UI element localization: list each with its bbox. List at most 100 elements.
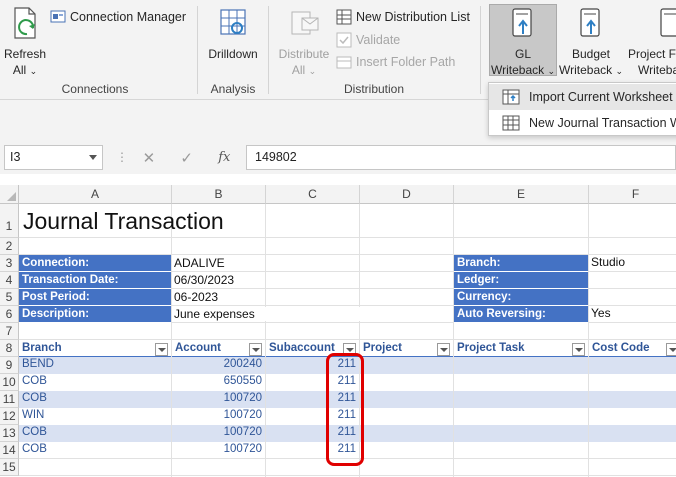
cell-subaccount[interactable]: 211: [266, 443, 356, 455]
cell-subaccount[interactable]: 211: [266, 358, 356, 370]
row-header[interactable]: 10: [0, 374, 19, 391]
cell-account[interactable]: 650550: [172, 375, 262, 387]
select-all-icon: [7, 192, 16, 201]
budget-writeback-button[interactable]: Budget Writeback ⌄: [557, 6, 625, 79]
cell-branch[interactable]: COB: [22, 443, 47, 455]
folder-icon: [336, 54, 352, 70]
formula-bar-grip-icon: ⋮: [116, 150, 128, 164]
column-header-b[interactable]: B: [172, 185, 266, 204]
cell-subaccount[interactable]: 211: [266, 426, 356, 438]
column-header-a[interactable]: A: [19, 185, 172, 204]
filter-dropdown-icon[interactable]: [437, 343, 450, 356]
header-label-currency: Currency:: [454, 289, 588, 306]
row-header[interactable]: 2: [0, 238, 19, 255]
gl-writeback-button[interactable]: GL Writeback ⌄: [489, 6, 557, 79]
chevron-down-icon[interactable]: [89, 155, 97, 160]
project-forecast-writeback-button[interactable]: Project Fo Writeba: [625, 6, 676, 78]
filter-dropdown-icon[interactable]: [155, 343, 168, 356]
header-value-auto-reversing[interactable]: Yes: [591, 306, 611, 320]
column-header-e[interactable]: E: [454, 185, 589, 204]
refresh-all-button[interactable]: Refresh All ⌄: [3, 6, 47, 79]
filter-dropdown-icon[interactable]: [343, 343, 356, 356]
new-distribution-list-button[interactable]: New Distribution List: [336, 8, 470, 26]
filter-dropdown-icon[interactable]: [572, 343, 585, 356]
project-sub-label: Writeba: [638, 63, 676, 77]
menu-item-label: Import Current Worksheet: [529, 90, 673, 104]
cell-account[interactable]: 100720: [172, 443, 262, 455]
header-label-ledger: Ledger:: [454, 272, 588, 289]
row-header[interactable]: 14: [0, 442, 19, 459]
row-header[interactable]: 11: [0, 391, 19, 408]
cell-account[interactable]: 100720: [172, 392, 262, 404]
cell-account[interactable]: 100720: [172, 409, 262, 421]
formula-input[interactable]: 149802: [246, 145, 676, 170]
cell-branch[interactable]: COB: [22, 426, 47, 438]
cell-subaccount[interactable]: 211: [266, 375, 356, 387]
column-header-d[interactable]: D: [360, 185, 454, 204]
header-label-post-period: Post Period:: [19, 289, 171, 306]
insert-function-icon[interactable]: fx: [218, 150, 230, 165]
drilldown-label: Drilldown: [208, 47, 258, 61]
row-header[interactable]: 15: [0, 459, 19, 476]
connection-manager-icon: [50, 9, 66, 25]
gridline: [19, 475, 676, 476]
table-header-project-task: Project Task: [454, 340, 588, 357]
cell-branch[interactable]: COB: [22, 392, 47, 404]
cell-account[interactable]: 200240: [172, 358, 262, 370]
table-header-label: Project Task: [457, 342, 525, 354]
cell-branch[interactable]: WIN: [22, 409, 44, 421]
row-header[interactable]: 4: [0, 272, 19, 289]
table-header-project: Project: [360, 340, 453, 357]
chevron-down-icon: ⌄: [308, 66, 317, 76]
header-label-description: Description:: [19, 306, 171, 323]
header-label-connection: Connection:: [19, 255, 171, 272]
row-header[interactable]: 6: [0, 306, 19, 323]
menu-item-new-journal-transaction[interactable]: New Journal Transaction Wo: [489, 110, 676, 136]
filter-dropdown-icon[interactable]: [666, 343, 676, 356]
header-value-description[interactable]: June expenses: [174, 307, 384, 321]
row-header[interactable]: 5: [0, 289, 19, 306]
distribute-all-button[interactable]: Distribute All ⌄: [275, 6, 333, 79]
formula-buttons: ✕ ✓ fx: [130, 145, 243, 170]
validate-button[interactable]: Validate: [336, 31, 400, 49]
cell-area[interactable]: Journal Transaction Connection: Transact…: [19, 204, 676, 477]
filter-dropdown-icon[interactable]: [249, 343, 262, 356]
row-header[interactable]: 12: [0, 408, 19, 425]
menu-item-label: New Journal Transaction Wo: [529, 116, 676, 130]
header-value-post-period[interactable]: 06-2023: [174, 290, 218, 304]
cell-account[interactable]: 100720: [172, 426, 262, 438]
header-value-connection[interactable]: ADALIVE: [174, 256, 225, 270]
row-header[interactable]: 13: [0, 425, 19, 442]
gridline: [19, 458, 676, 459]
refresh-icon: [14, 7, 36, 39]
row-header[interactable]: 7: [0, 323, 19, 340]
name-box[interactable]: I3: [4, 145, 103, 170]
check-icon[interactable]: ✓: [180, 149, 193, 167]
analysis-group-label: Analysis: [210, 82, 256, 96]
cell-branch[interactable]: COB: [22, 375, 47, 387]
distribute-sub-label: All ⌄: [291, 63, 317, 77]
column-header-f[interactable]: F: [589, 185, 676, 204]
validate-label: Validate: [356, 33, 401, 47]
select-all-corner[interactable]: [0, 185, 19, 204]
header-value-transaction-date[interactable]: 06/30/2023: [174, 273, 234, 287]
table-header-label: Project: [363, 342, 402, 354]
cell-subaccount[interactable]: 211: [266, 409, 356, 421]
connection-manager-button[interactable]: Connection Manager: [50, 8, 186, 26]
insert-folder-path-button[interactable]: Insert Folder Path: [336, 53, 455, 71]
budget-label: Budget: [571, 47, 611, 61]
cancel-icon[interactable]: ✕: [143, 149, 156, 167]
row-header[interactable]: 8: [0, 340, 19, 357]
header-value-branch[interactable]: Studio: [591, 255, 625, 269]
cell-branch[interactable]: BEND: [22, 358, 54, 370]
menu-item-import-current-worksheet[interactable]: Import Current Worksheet: [489, 84, 676, 110]
connection-manager-label: Connection Manager: [70, 10, 187, 24]
row-header[interactable]: 1: [0, 204, 19, 238]
drilldown-icon: [220, 9, 246, 35]
cell-subaccount[interactable]: 211: [266, 392, 356, 404]
drilldown-button[interactable]: Drilldown: [204, 6, 262, 62]
column-header-c[interactable]: C: [266, 185, 360, 204]
row-header[interactable]: 3: [0, 255, 19, 272]
row-header[interactable]: 9: [0, 357, 19, 374]
gridline: [19, 237, 676, 238]
